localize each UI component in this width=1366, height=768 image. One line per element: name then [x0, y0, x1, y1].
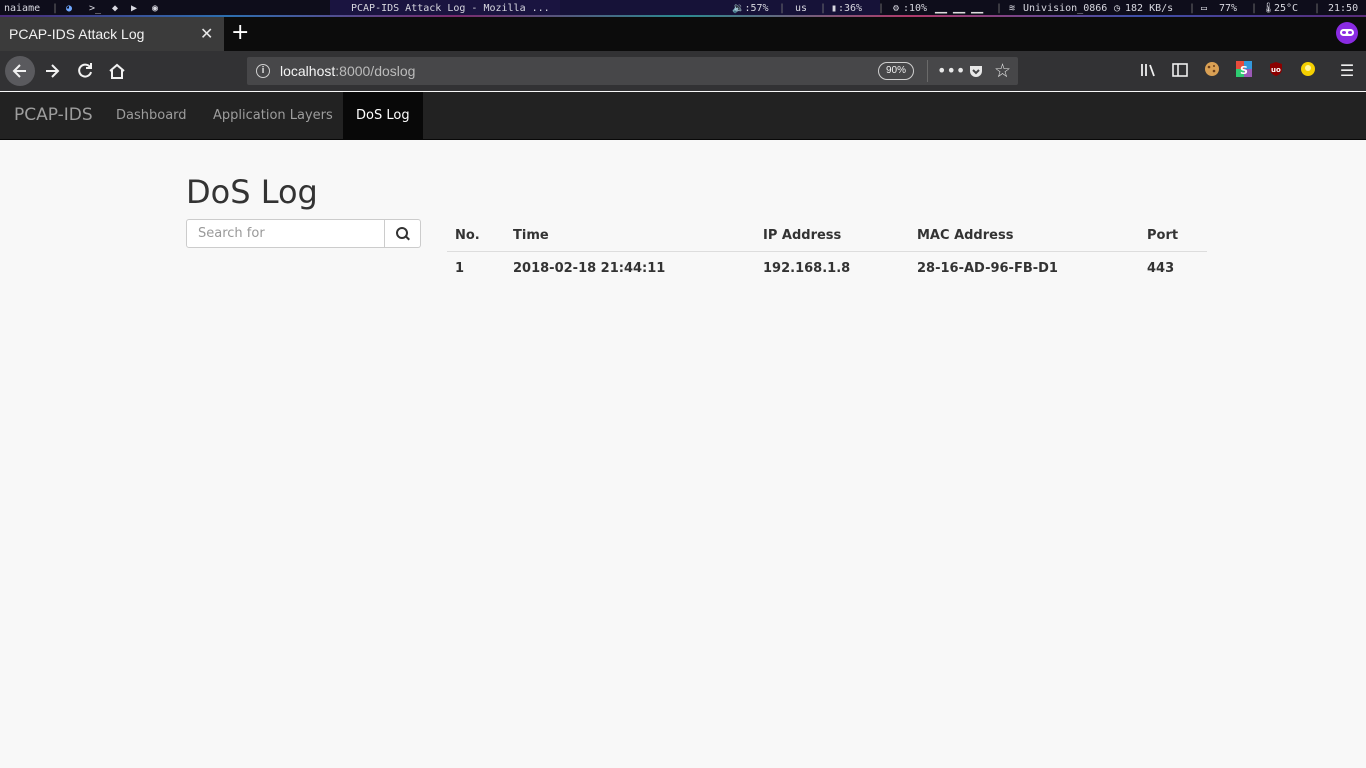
forward-button[interactable] — [38, 56, 68, 86]
search-input[interactable] — [186, 219, 385, 248]
app-navbar: PCAP-IDS Dashboard Application Layers Do… — [0, 92, 1366, 140]
tab-title: PCAP-IDS Attack Log — [9, 26, 145, 42]
svg-text:uo: uo — [1271, 66, 1281, 74]
nav-dashboard[interactable]: Dashboard — [103, 92, 200, 139]
back-button[interactable] — [5, 56, 35, 86]
column-header-no: No. — [447, 222, 505, 252]
svg-text:S: S — [1240, 64, 1248, 77]
info-icon[interactable]: i — [256, 64, 270, 78]
cell-port: 443 — [1147, 261, 1175, 276]
system-status-bar: naiame | ◕ >_ ◆ ▶ ◉ PCAP-IDS Attack Log … — [0, 0, 1366, 17]
dos-log-table: No. Time IP Address MAC Address Port 1 2… — [447, 222, 1207, 284]
menu-icon[interactable]: ☰ — [1337, 61, 1357, 81]
nav-application-layers[interactable]: Application Layers — [200, 92, 346, 139]
browser-tab[interactable]: PCAP-IDS Attack Log ✕ — [0, 17, 224, 51]
stylus-extension-icon[interactable]: S — [1234, 61, 1254, 81]
new-tab-icon[interactable]: + — [231, 20, 249, 45]
zoom-indicator[interactable]: 90% — [878, 62, 914, 80]
arrow-right-icon — [46, 64, 60, 78]
arrow-left-icon — [12, 64, 26, 78]
reload-button[interactable] — [70, 56, 100, 86]
cell-no: 1 — [455, 261, 465, 276]
column-header-time: Time — [505, 222, 755, 252]
ublock-icon[interactable]: uo — [1266, 61, 1286, 81]
search-button[interactable] — [385, 219, 421, 248]
reload-icon — [78, 63, 92, 78]
brand-link[interactable]: PCAP-IDS — [14, 105, 93, 125]
cookie-extension-icon[interactable] — [1202, 61, 1222, 81]
page-title: DoS Log — [186, 173, 318, 211]
table-row: 1 2018-02-18 21:44:11 192.168.1.8 28-16-… — [447, 252, 1207, 285]
url-text[interactable]: localhost:8000/doslog — [280, 63, 415, 79]
cell-mac: 28-16-AD-96-FB-D1 — [917, 261, 1058, 276]
cell-time: 2018-02-18 21:44:11 — [513, 261, 666, 276]
home-button[interactable] — [102, 56, 132, 86]
browser-tab-bar: PCAP-IDS Attack Log ✕ + — [0, 17, 1366, 51]
sidebar-icon[interactable] — [1170, 61, 1190, 81]
private-browsing-icon — [1336, 22, 1358, 44]
close-icon[interactable]: ✕ — [200, 24, 213, 44]
home-icon — [109, 63, 125, 79]
cell-ip: 192.168.1.8 — [763, 261, 851, 276]
page-actions-icon[interactable]: ••• — [937, 60, 965, 82]
table-header-row: No. Time IP Address MAC Address Port — [447, 222, 1207, 252]
nav-dos-log[interactable]: DoS Log — [343, 92, 423, 139]
address-bar[interactable]: i localhost:8000/doslog 90% ••• ☆ — [247, 57, 1018, 85]
library-icon[interactable] — [1138, 61, 1158, 81]
column-header-ip: IP Address — [755, 222, 909, 252]
column-header-mac: MAC Address — [909, 222, 1139, 252]
extension-icon[interactable] — [1298, 61, 1318, 81]
browser-toolbar: i localhost:8000/doslog 90% ••• ☆ S uo ☰ — [0, 51, 1366, 91]
bookmark-star-icon[interactable]: ☆ — [994, 60, 1011, 82]
pocket-icon[interactable] — [968, 60, 984, 85]
column-header-port: Port — [1139, 222, 1207, 252]
